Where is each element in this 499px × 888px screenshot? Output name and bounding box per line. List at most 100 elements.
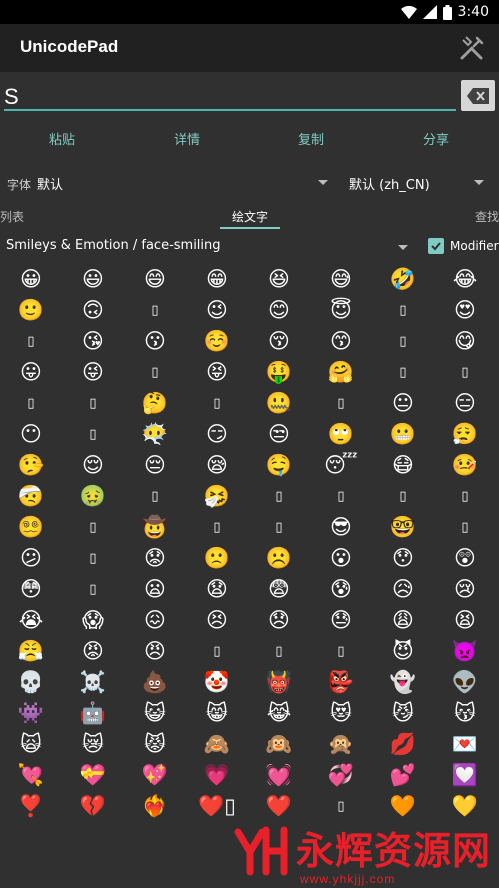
emoji-cell[interactable]: 😐 (372, 388, 434, 419)
emoji-cell[interactable]: ▯ (62, 512, 124, 543)
emoji-cell[interactable]: 👹 (248, 667, 310, 698)
text-input[interactable]: S (4, 84, 19, 110)
emoji-cell[interactable]: 🤓 (372, 512, 434, 543)
emoji-cell[interactable]: ▯ (248, 512, 310, 543)
emoji-cell[interactable]: 😣 (186, 605, 248, 636)
emoji-cell[interactable]: ▯ (310, 481, 372, 512)
emoji-cell[interactable]: 👿 (434, 636, 496, 667)
emoji-cell[interactable]: 😒 (248, 419, 310, 450)
emoji-cell[interactable]: 😜 (62, 357, 124, 388)
emoji-cell[interactable]: 👾 (0, 698, 62, 729)
emoji-cell[interactable]: 🙃 (62, 295, 124, 326)
emoji-cell[interactable]: ▯ (248, 636, 310, 667)
font-select[interactable]: 默认 (37, 174, 63, 193)
emoji-cell[interactable]: 😪 (186, 450, 248, 481)
emoji-cell[interactable]: 💀 (0, 667, 62, 698)
emoji-cell[interactable]: 😦 (124, 574, 186, 605)
emoji-cell[interactable]: 😅 (310, 264, 372, 295)
emoji-cell[interactable]: 💟 (434, 760, 496, 791)
emoji-cell[interactable]: 😢 (434, 574, 496, 605)
emoji-cell[interactable]: 💕 (372, 760, 434, 791)
emoji-cell[interactable]: ▯ (372, 295, 434, 326)
emoji-cell[interactable]: 🤣 (372, 264, 434, 295)
emoji-cell[interactable]: 😸 (186, 698, 248, 729)
emoji-cell[interactable]: 😠 (124, 636, 186, 667)
emoji-cell[interactable]: 😗 (124, 326, 186, 357)
emoji-cell[interactable]: 🤤 (248, 450, 310, 481)
category-select[interactable]: Smileys & Emotion / face-smiling (6, 238, 221, 253)
emoji-cell[interactable]: 😮‍💨 (434, 419, 496, 450)
emoji-cell[interactable]: 😀 (0, 264, 62, 295)
emoji-cell[interactable]: ☹️ (248, 543, 310, 574)
emoji-cell[interactable]: 😷 (372, 450, 434, 481)
emoji-cell[interactable]: ▯ (372, 481, 434, 512)
emoji-cell[interactable]: 😓 (310, 605, 372, 636)
tab-emoji[interactable]: 绘文字 (232, 208, 268, 225)
emoji-cell[interactable]: 🤐 (248, 388, 310, 419)
details-button[interactable]: 详情 (147, 126, 227, 156)
emoji-cell[interactable]: 😰 (310, 574, 372, 605)
emoji-cell[interactable]: 👽 (434, 667, 496, 698)
emoji-cell[interactable]: 😵‍💫 (0, 512, 62, 543)
emoji-cell[interactable]: 😔 (124, 450, 186, 481)
emoji-cell[interactable]: 😌 (62, 450, 124, 481)
tab-list[interactable]: 列表 (0, 208, 24, 225)
emoji-cell[interactable]: 💗 (186, 760, 248, 791)
emoji-cell[interactable]: 😎 (310, 512, 372, 543)
emoji-cell[interactable]: ▯ (62, 543, 124, 574)
tab-find[interactable]: 查找 (475, 208, 499, 225)
emoji-cell[interactable]: 😟 (124, 543, 186, 574)
emoji-cell[interactable]: ▯ (248, 481, 310, 512)
emoji-cell[interactable]: ▯ (124, 295, 186, 326)
emoji-cell[interactable]: 💓 (248, 760, 310, 791)
emoji-cell[interactable]: 😨 (248, 574, 310, 605)
emoji-cell[interactable]: ▯ (434, 357, 496, 388)
emoji-cell[interactable]: ▯ (124, 481, 186, 512)
emoji-cell[interactable]: 😭 (0, 605, 62, 636)
emoji-cell[interactable]: 😼 (372, 698, 434, 729)
emoji-cell[interactable]: 😝 (186, 357, 248, 388)
emoji-cell[interactable]: 😬 (372, 419, 434, 450)
emoji-cell[interactable]: 🤒 (434, 450, 496, 481)
emoji-cell[interactable]: 😶‍🌫️ (124, 419, 186, 450)
emoji-cell[interactable]: 😆 (248, 264, 310, 295)
emoji-cell[interactable]: 😄 (124, 264, 186, 295)
emoji-cell[interactable]: 🤡 (186, 667, 248, 698)
emoji-cell[interactable]: 👺 (310, 667, 372, 698)
emoji-cell[interactable]: 🤗 (310, 357, 372, 388)
emoji-cell[interactable]: ▯ (372, 326, 434, 357)
emoji-cell[interactable]: 😂 (434, 264, 496, 295)
emoji-cell[interactable]: 💝 (62, 760, 124, 791)
emoji-cell[interactable]: 😿 (62, 729, 124, 760)
emoji-cell[interactable]: 💔 (62, 791, 124, 822)
emoji-cell[interactable]: 😲 (434, 543, 496, 574)
emoji-cell[interactable]: 💞 (310, 760, 372, 791)
emoji-cell[interactable]: ☺️ (186, 326, 248, 357)
emoji-cell[interactable]: 🤔 (124, 388, 186, 419)
emoji-cell[interactable]: 😊 (248, 295, 310, 326)
emoji-cell[interactable]: 😛 (0, 357, 62, 388)
emoji-cell[interactable]: 😯 (372, 543, 434, 574)
emoji-cell[interactable]: 😱 (62, 605, 124, 636)
emoji-cell[interactable]: 🙊 (310, 729, 372, 760)
emoji-cell[interactable]: ▯ (372, 357, 434, 388)
emoji-cell[interactable]: 😾 (124, 729, 186, 760)
emoji-cell[interactable]: 😮 (310, 543, 372, 574)
emoji-cell[interactable]: 😇 (310, 295, 372, 326)
emoji-cell[interactable]: 😤 (0, 636, 62, 667)
emoji-cell[interactable]: 😑 (434, 388, 496, 419)
emoji-cell[interactable]: 😹 (248, 698, 310, 729)
emoji-cell[interactable]: 😃 (62, 264, 124, 295)
emoji-cell[interactable]: 💌 (434, 729, 496, 760)
emoji-cell[interactable]: ☠️ (62, 667, 124, 698)
emoji-cell[interactable]: 😽 (434, 698, 496, 729)
emoji-cell[interactable]: 😘 (62, 326, 124, 357)
emoji-cell[interactable]: 😙 (310, 326, 372, 357)
text-input-area[interactable]: S (0, 72, 499, 124)
share-button[interactable]: 分享 (396, 126, 476, 156)
emoji-cell[interactable]: 😍 (434, 295, 496, 326)
emoji-cell[interactable]: ▯ (62, 388, 124, 419)
chevron-down-icon[interactable] (474, 180, 484, 185)
emoji-cell[interactable]: 🤥 (0, 450, 62, 481)
emoji-cell[interactable]: 😏 (186, 419, 248, 450)
